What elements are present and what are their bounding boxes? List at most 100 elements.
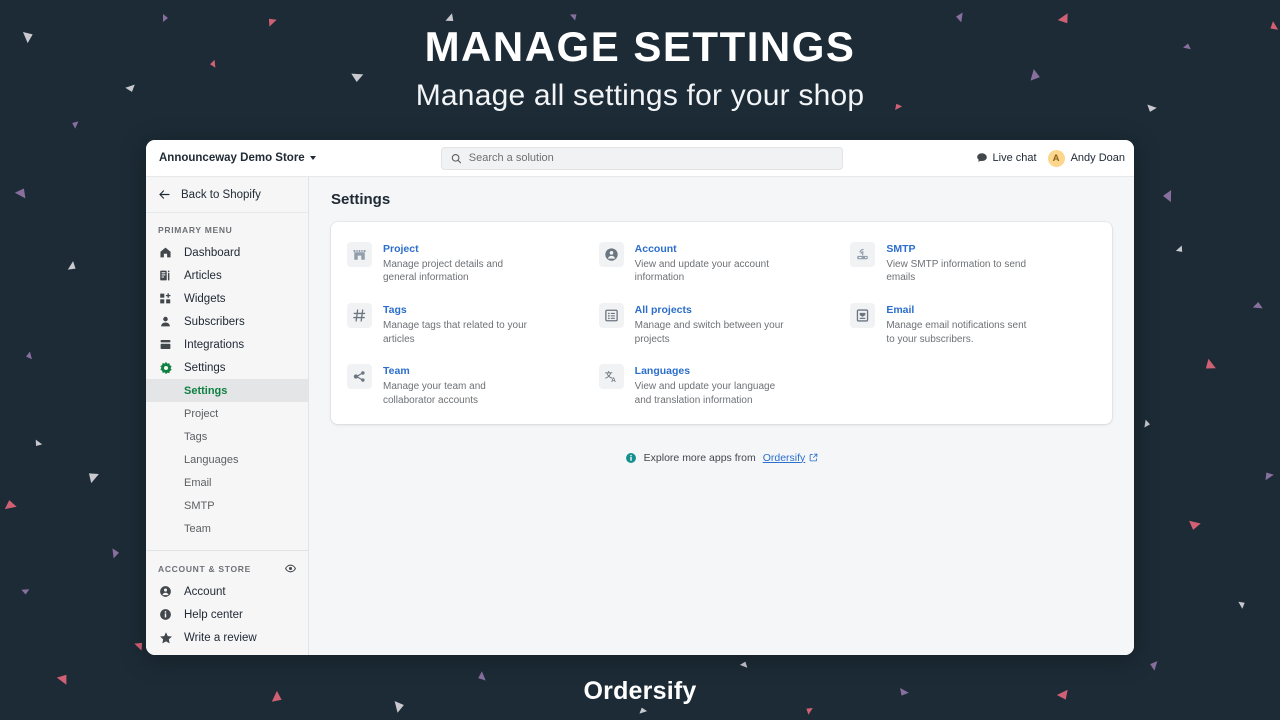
sidebar-subitem-team[interactable]: Team xyxy=(146,517,308,540)
store-switcher[interactable]: Announceway Demo Store xyxy=(146,152,316,164)
search-input[interactable] xyxy=(468,152,834,164)
gear-icon xyxy=(158,360,173,375)
settings-card-all-projects[interactable]: All projects Manage and switch between y… xyxy=(598,303,845,346)
confetti-triangle xyxy=(21,589,30,595)
sidebar-item-label: Subscribers xyxy=(184,315,245,328)
info-circle-icon xyxy=(158,607,173,622)
sidebar: Back to Shopify PRIMARY MENU Dashboard A… xyxy=(146,177,309,655)
confetti-triangle xyxy=(134,639,146,651)
sidebar-item-label: Dashboard xyxy=(184,246,241,259)
settings-panel: Project Manage project details and gener… xyxy=(331,222,1112,424)
confetti-triangle xyxy=(85,468,99,484)
sidebar-item-label: Write a review xyxy=(184,631,257,644)
settings-card-project[interactable]: Project Manage project details and gener… xyxy=(347,242,593,285)
person-icon xyxy=(158,314,173,329)
settings-card-smtp[interactable]: SMTP View SMTP information to send email… xyxy=(850,242,1096,285)
card-description: View and update your account information xyxy=(634,258,770,284)
article-icon xyxy=(158,268,173,283)
hero-subtitle: Manage all settings for your shop xyxy=(415,78,865,112)
sidebar-subitem-email[interactable]: Email xyxy=(146,471,308,494)
sidebar-subitem-tags[interactable]: Tags xyxy=(146,425,308,448)
store-name: Announceway Demo Store xyxy=(159,152,305,164)
sidebar-subitem-label: Email xyxy=(184,476,212,489)
sidebar-item-label: Integrations xyxy=(184,338,245,351)
sidebar-item-write-a-review[interactable]: Write a review xyxy=(146,626,308,649)
card-title: Team xyxy=(383,365,410,378)
primary-menu-label: PRIMARY MENU xyxy=(146,213,308,241)
back-to-shopify-link[interactable]: Back to Shopify xyxy=(146,177,308,213)
brand-footer: Ordersify xyxy=(583,677,697,705)
settings-card-languages[interactable]: 文 A Languages View and update your langu… xyxy=(598,364,845,407)
sidebar-subitem-smtp[interactable]: SMTP xyxy=(146,494,308,517)
confetti-triangle xyxy=(1238,599,1247,609)
sidebar-subitem-languages[interactable]: Languages xyxy=(146,448,308,471)
card-description: Manage email notifications sent to your … xyxy=(886,319,1027,345)
sidebar-subitem-project[interactable]: Project xyxy=(146,402,308,425)
list-icon xyxy=(598,303,624,329)
account-circle-icon xyxy=(598,242,624,267)
sidebar-item-settings[interactable]: Settings xyxy=(146,356,308,379)
home-icon xyxy=(158,245,173,260)
settings-card-account[interactable]: Account View and update your account inf… xyxy=(598,242,845,285)
confetti-triangle xyxy=(25,351,32,361)
sidebar-item-label: Widgets xyxy=(184,292,226,305)
widgets-icon xyxy=(158,291,173,306)
confetti-triangle xyxy=(1144,419,1151,429)
sidebar-subitem-label: Tags xyxy=(184,430,208,443)
eye-icon[interactable] xyxy=(285,563,296,574)
router-icon xyxy=(850,242,876,267)
sidebar-item-help-center[interactable]: Help center xyxy=(146,603,308,626)
page-title: Settings xyxy=(331,191,391,208)
user-menu[interactable]: A Andy Doan xyxy=(1047,149,1125,167)
card-description: Manage your team and collaborator accoun… xyxy=(383,381,486,406)
main-content: Settings Project Manage project details … xyxy=(309,177,1134,655)
sidebar-item-label: Account xyxy=(184,585,226,598)
confetti-triangle xyxy=(1187,520,1201,532)
ordersify-link[interactable]: Ordersify xyxy=(763,452,806,464)
card-title: All projects xyxy=(634,304,692,317)
sidebar-subitem-label: SMTP xyxy=(184,499,215,512)
search-bar[interactable] xyxy=(441,146,844,170)
primary-menu-text: PRIMARY MENU xyxy=(158,225,233,235)
confetti-triangle xyxy=(804,705,813,715)
settings-grid: Project Manage project details and gener… xyxy=(347,242,1096,408)
explore-more-apps-note: Explore more apps from Ordersify xyxy=(331,452,1112,464)
back-to-shopify-label: Back to Shopify xyxy=(181,188,261,201)
hero-title: MANAGE SETTINGS xyxy=(424,23,856,70)
card-title: Email xyxy=(886,304,915,317)
sidebar-item-widgets[interactable]: Widgets xyxy=(146,287,308,310)
external-link-icon[interactable] xyxy=(809,453,818,462)
sidebar-item-articles[interactable]: Articles xyxy=(146,264,308,287)
card-description: Manage and switch between your projects xyxy=(634,319,784,345)
confetti-triangle xyxy=(14,185,30,199)
confetti-triangle xyxy=(1148,659,1158,671)
hero-banner: MANAGE SETTINGS Manage all settings for … xyxy=(0,0,1280,113)
sidebar-subitem-label: Team xyxy=(184,522,211,535)
live-chat-button[interactable]: Live chat xyxy=(976,152,1037,164)
sidebar-item-integrations[interactable]: Integrations xyxy=(146,333,308,356)
settings-card-team[interactable]: Team Manage your team and collaborator a… xyxy=(347,364,593,407)
settings-card-tags[interactable]: Tags Manage tags that related to your ar… xyxy=(347,303,593,346)
sidebar-item-dashboard[interactable]: Dashboard xyxy=(146,241,308,264)
search-icon xyxy=(452,153,462,163)
card-title: SMTP xyxy=(886,243,916,255)
sidebar-item-label: Settings xyxy=(184,361,226,374)
sidebar-subitem-label: Project xyxy=(184,407,219,420)
card-title: Languages xyxy=(634,365,691,378)
settings-card-email[interactable]: Email Manage email notifications sent to… xyxy=(850,303,1096,346)
arrow-left-icon xyxy=(159,190,170,199)
confetti-triangle xyxy=(70,119,79,129)
confetti-triangle xyxy=(739,660,750,668)
sidebar-item-account[interactable]: Account xyxy=(146,580,308,603)
sidebar-subitem-settings[interactable]: Settings xyxy=(146,379,308,402)
sidebar-item-subscribers[interactable]: Subscribers xyxy=(146,310,308,333)
card-description: Manage tags that related to your article… xyxy=(383,319,527,345)
confetti-triangle xyxy=(112,547,120,559)
confetti-triangle xyxy=(1162,189,1172,203)
svg-text:A: A xyxy=(611,378,616,385)
confetti-triangle xyxy=(1175,245,1186,255)
integrations-icon xyxy=(158,337,173,352)
confetti-triangle xyxy=(3,498,17,510)
app-window: Announceway Demo Store Live chat A A xyxy=(146,140,1134,655)
translate-icon: 文 A xyxy=(598,364,624,390)
